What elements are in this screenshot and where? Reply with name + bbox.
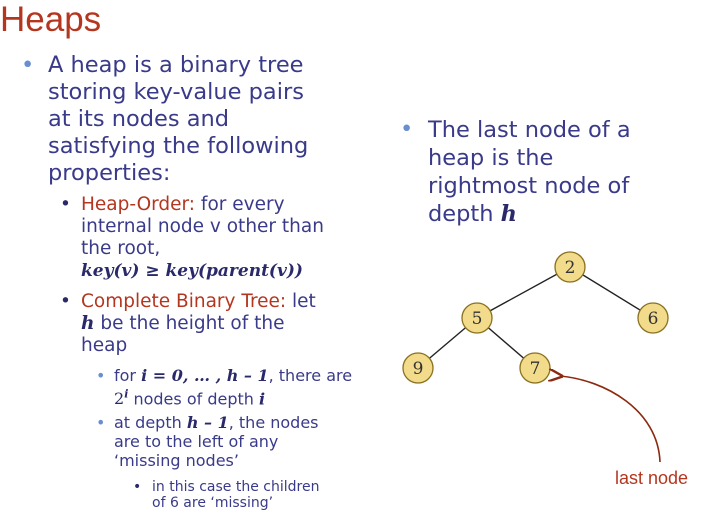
sub-sub-text: of 6 are ‘missing’ bbox=[152, 495, 274, 511]
bullet-dot: • bbox=[96, 413, 106, 432]
right-line: heap is the bbox=[428, 145, 554, 171]
intro-line: storing key-value pairs bbox=[48, 79, 304, 105]
complete-tree-item: Complete Binary Tree: let h be the heigh… bbox=[81, 291, 316, 357]
sub-text: nodes of depth bbox=[128, 389, 259, 409]
math-depth: h – 1 bbox=[186, 413, 229, 432]
tree-node-left-left: 9 bbox=[402, 352, 434, 384]
math-pow: 2i bbox=[114, 388, 129, 409]
heap-order-formula: key(v) ≥ key(parent(v)) bbox=[81, 261, 303, 281]
node-key: 9 bbox=[413, 359, 424, 379]
heap-order-text: for every bbox=[195, 194, 285, 215]
sub-item-depth-count: for i = 0, … , h – 1, there are 2i nodes… bbox=[114, 366, 352, 408]
node-key: 2 bbox=[565, 258, 576, 278]
tree-edge bbox=[476, 266, 571, 319]
var-h: h bbox=[500, 201, 518, 227]
tree-node-right: 6 bbox=[637, 302, 669, 334]
var-h: h bbox=[81, 313, 95, 334]
intro-line: A heap is a binary tree bbox=[48, 52, 304, 78]
bullet-dot: • bbox=[60, 194, 71, 215]
sub-text: , there are bbox=[268, 366, 353, 385]
bullet-dot: • bbox=[400, 116, 414, 142]
heap-order-line: internal node v other than bbox=[81, 216, 324, 237]
heap-tree-diagram: 2 5 6 9 7 last node bbox=[402, 251, 688, 488]
tree-node-last: 7 bbox=[519, 352, 551, 384]
tree-node-left: 5 bbox=[461, 302, 493, 334]
complete-tree-text: let bbox=[286, 291, 316, 312]
right-line: The last node of a bbox=[428, 117, 631, 143]
math-range: i = 0, … , h – 1 bbox=[141, 366, 269, 385]
bullet-dot: • bbox=[60, 291, 71, 312]
sub-text: for bbox=[114, 366, 142, 385]
heap-order-label: Heap-Order: bbox=[81, 194, 196, 215]
sub-text: are to the left of any bbox=[114, 432, 279, 451]
intro-line: properties: bbox=[48, 160, 171, 186]
complete-tree-label: Complete Binary Tree: bbox=[81, 291, 287, 312]
bullet-dot: • bbox=[133, 479, 142, 495]
node-key: 5 bbox=[472, 309, 483, 329]
sub-sub-item: in this case the children of 6 are ‘miss… bbox=[152, 479, 319, 511]
bullet-dot: • bbox=[21, 52, 35, 78]
intro-paragraph: A heap is a binary tree storing key-valu… bbox=[48, 52, 308, 187]
complete-tree-line: heap bbox=[81, 335, 128, 356]
right-line: depth bbox=[428, 201, 501, 227]
heap-order-item: Heap-Order: for every internal node v ot… bbox=[81, 194, 324, 282]
last-node-paragraph: The last node of a heap is the rightmost… bbox=[428, 116, 631, 228]
sub-text: , the nodes bbox=[228, 413, 319, 432]
last-node-label: last node bbox=[615, 468, 688, 488]
sub-text: at depth bbox=[114, 413, 187, 432]
page-title: Heaps bbox=[0, 0, 102, 39]
intro-line: at its nodes and bbox=[48, 106, 230, 132]
sub-sub-text: in this case the children bbox=[152, 479, 320, 495]
tree-node-root: 2 bbox=[554, 251, 586, 283]
var-i: i bbox=[258, 389, 266, 409]
node-key: 7 bbox=[530, 359, 541, 379]
complete-tree-line: be the height of the bbox=[94, 313, 285, 334]
right-line: rightmost node of bbox=[428, 173, 630, 199]
sub-text: ‘missing nodes’ bbox=[114, 451, 239, 470]
bullet-dot: • bbox=[96, 366, 106, 385]
node-key: 6 bbox=[648, 309, 659, 329]
intro-line: satisfying the following bbox=[48, 133, 309, 159]
sub-item-last-level: at depth h – 1, the nodes are to the lef… bbox=[114, 413, 319, 470]
heap-order-line: the root, bbox=[81, 238, 161, 259]
last-node-arrow bbox=[560, 376, 661, 463]
